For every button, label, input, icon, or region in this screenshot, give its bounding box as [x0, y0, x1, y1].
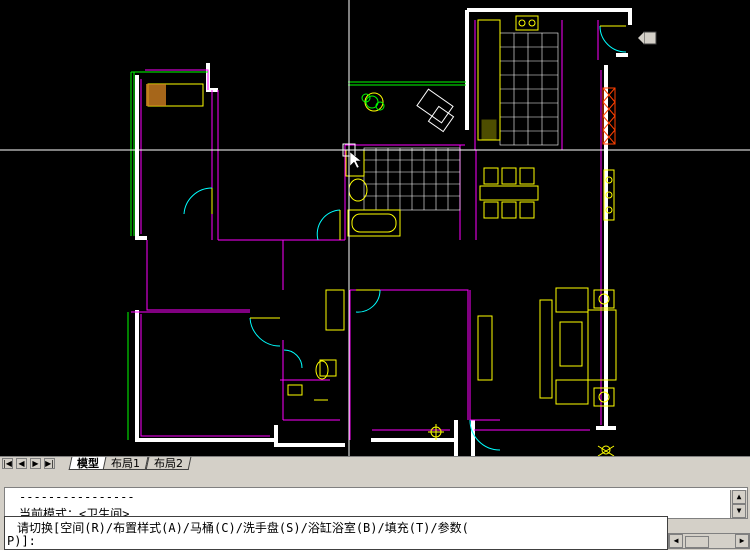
scroll-down-icon[interactable]: ▼: [732, 504, 746, 518]
drawing-canvas[interactable]: [0, 0, 750, 456]
prev-tab-icon[interactable]: ◀: [16, 458, 27, 469]
layout-tab-bar: |◀ ◀ ▶ ▶| 模型 布局1 布局2: [0, 456, 750, 471]
scroll-thumb[interactable]: [685, 536, 709, 548]
wardrobe: [146, 84, 166, 106]
tab-model[interactable]: 模型: [68, 457, 108, 470]
crosshair: [0, 0, 750, 456]
scroll-up-icon[interactable]: ▲: [732, 490, 746, 504]
tab-layout1[interactable]: 布局1: [102, 457, 149, 470]
horizontal-scrollbar[interactable]: ◀ ▶: [668, 533, 750, 549]
bathroom-tiles: [363, 147, 461, 211]
doors: [183, 25, 627, 451]
tab-layout2[interactable]: 布局2: [145, 457, 192, 470]
command-input[interactable]: 请切换[空间(R)/布置样式(A)/马桶(C)/洗手盘(S)/浴缸浴室(B)/填…: [4, 516, 668, 550]
scroll-right-icon[interactable]: ▶: [735, 534, 749, 548]
last-tab-icon[interactable]: ▶|: [44, 458, 55, 469]
entrance-arrow: [643, 31, 657, 45]
first-tab-icon[interactable]: |◀: [2, 458, 13, 469]
floor-plan: [0, 0, 750, 456]
scroll-left-icon[interactable]: ◀: [669, 534, 683, 548]
kitchen-tiles: [499, 32, 559, 146]
fixture: [597, 445, 615, 456]
history-line: ----------------: [19, 490, 135, 504]
command-history: ---------------- 当前模式：<卫生间>: [4, 487, 748, 519]
command-window: ---------------- 当前模式：<卫生间> ▲ ▼ 请切换[空间(R…: [0, 471, 750, 550]
prompt-text: 请切换[空间(R)/布置样式(A)/马桶(C)/洗手盘(S)/浴缸浴室(B)/填…: [17, 521, 469, 535]
next-tab-icon[interactable]: ▶: [30, 458, 41, 469]
prompt-text-continued: P)]:: [7, 534, 36, 548]
inner-walls: [131, 20, 602, 440]
chair: [416, 88, 455, 133]
history-scrollbar[interactable]: ▲ ▼: [730, 490, 747, 518]
